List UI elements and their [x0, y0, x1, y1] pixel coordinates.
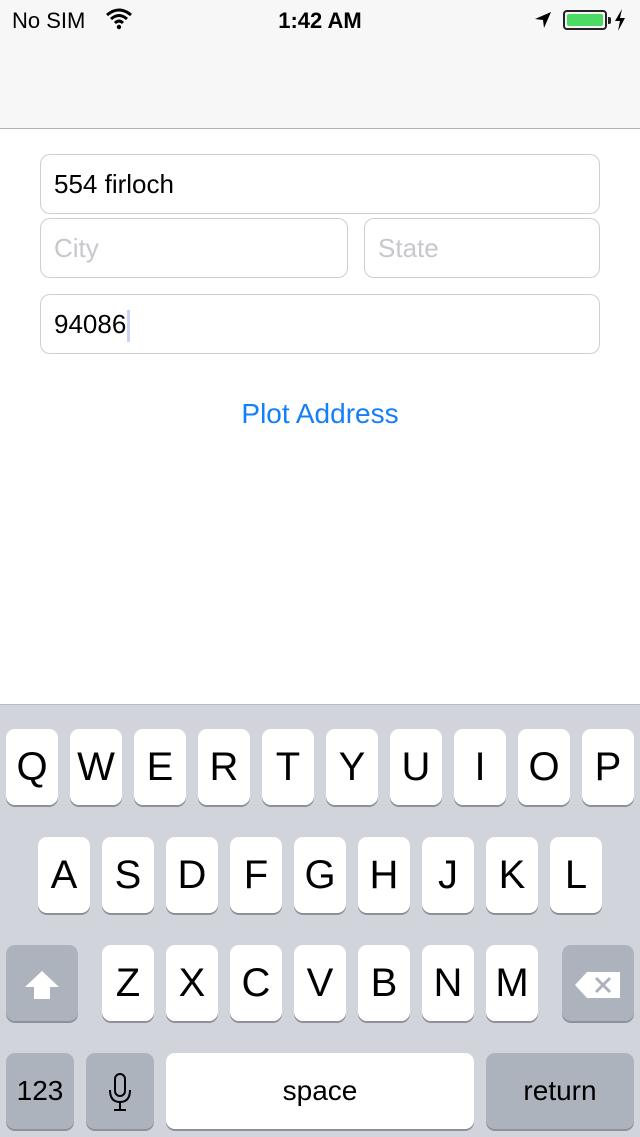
- space-key[interactable]: space: [166, 1053, 474, 1129]
- key-c[interactable]: C: [230, 945, 282, 1021]
- battery-icon: [563, 10, 611, 30]
- backspace-icon: [575, 972, 620, 999]
- backspace-key[interactable]: [562, 945, 634, 1021]
- location-arrow-icon: [534, 9, 552, 35]
- zip-field[interactable]: 94086: [40, 294, 600, 354]
- key-f[interactable]: F: [230, 837, 282, 913]
- key-q[interactable]: Q: [6, 729, 58, 805]
- state-field[interactable]: State: [364, 218, 600, 278]
- charging-bolt-icon: [614, 9, 626, 37]
- city-field[interactable]: City: [40, 218, 348, 278]
- key-b[interactable]: B: [358, 945, 410, 1021]
- status-bar: No SIM 1:42 AM: [0, 0, 640, 40]
- return-key[interactable]: return: [486, 1053, 634, 1129]
- shift-key[interactable]: [6, 945, 78, 1021]
- key-m[interactable]: M: [486, 945, 538, 1021]
- key-v[interactable]: V: [294, 945, 346, 1021]
- street-field[interactable]: 554 firloch: [40, 154, 600, 214]
- key-j[interactable]: J: [422, 837, 474, 913]
- key-x[interactable]: X: [166, 945, 218, 1021]
- text-cursor: [127, 310, 131, 343]
- key-t[interactable]: T: [262, 729, 314, 805]
- key-p[interactable]: P: [582, 729, 634, 805]
- key-s[interactable]: S: [102, 837, 154, 913]
- numbers-key[interactable]: 123: [6, 1053, 74, 1129]
- key-d[interactable]: D: [166, 837, 218, 913]
- key-k[interactable]: K: [486, 837, 538, 913]
- shift-arrow-icon: [25, 971, 59, 1000]
- microphone-icon: [109, 1073, 131, 1112]
- keyboard: Q W E R T Y U I O P A S D F G H J K L Z …: [0, 704, 640, 1137]
- key-y[interactable]: Y: [326, 729, 378, 805]
- key-u[interactable]: U: [390, 729, 442, 805]
- key-h[interactable]: H: [358, 837, 410, 913]
- navigation-bar: No SIM 1:42 AM: [0, 0, 640, 129]
- key-a[interactable]: A: [38, 837, 90, 913]
- key-n[interactable]: N: [422, 945, 474, 1021]
- key-w[interactable]: W: [70, 729, 122, 805]
- key-i[interactable]: I: [454, 729, 506, 805]
- key-g[interactable]: G: [294, 837, 346, 913]
- key-z[interactable]: Z: [102, 945, 154, 1021]
- plot-address-button[interactable]: Plot Address: [0, 392, 640, 436]
- key-o[interactable]: O: [518, 729, 570, 805]
- dictation-key[interactable]: [86, 1053, 154, 1129]
- key-r[interactable]: R: [198, 729, 250, 805]
- key-e[interactable]: E: [134, 729, 186, 805]
- zip-value: 94086: [54, 309, 127, 339]
- key-l[interactable]: L: [550, 837, 602, 913]
